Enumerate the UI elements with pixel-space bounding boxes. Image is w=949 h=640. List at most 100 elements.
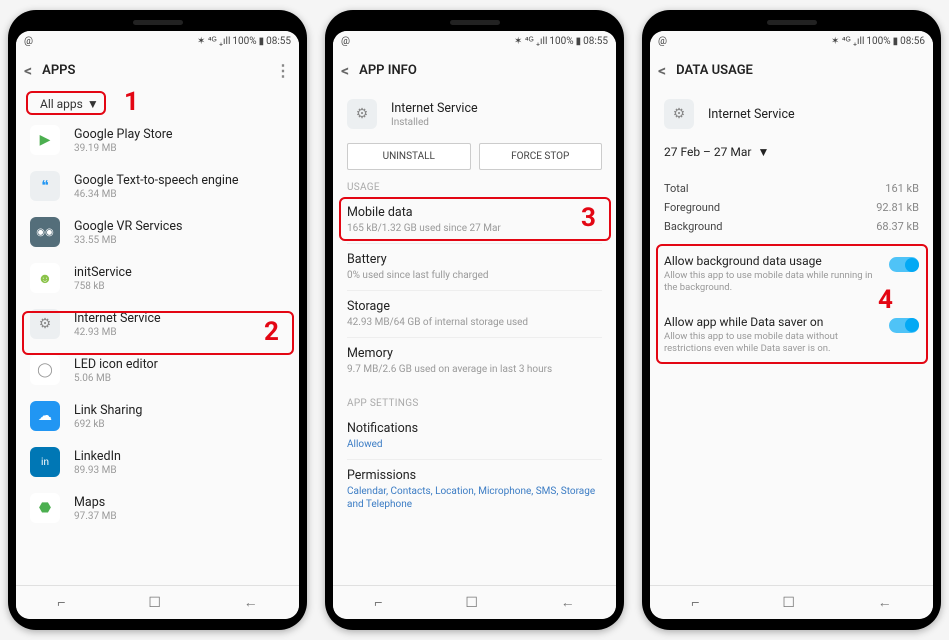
nav-recent-icon[interactable]: ⌐ — [691, 594, 699, 611]
memory-title: Memory — [347, 346, 602, 361]
row-battery[interactable]: Battery 0% used since last fully charged — [333, 244, 616, 290]
speaker — [450, 20, 500, 25]
app-size: 89.93 MB — [74, 465, 285, 476]
status-left-icon: @ — [658, 36, 667, 47]
back-icon[interactable]: < — [658, 61, 666, 80]
usage-value: 92.81 kB — [876, 201, 919, 214]
phone-3: @ ✶ ⁴ᴳ ₊ıll 100% ▮ 08:56 < DATA USAGE ⚙ … — [642, 10, 941, 630]
mobile-data-sub: 165 kB/1.32 GB used since 27 Mar — [347, 222, 602, 235]
screen-datausage: @ ✶ ⁴ᴳ ₊ıll 100% ▮ 08:56 < DATA USAGE ⚙ … — [650, 31, 933, 619]
uninstall-button[interactable]: UNINSTALL — [347, 143, 471, 170]
section-appsettings: APP SETTINGS — [333, 384, 616, 413]
app-icon: ⚙ — [30, 309, 60, 339]
app-row[interactable]: in LinkedIn 89.93 MB — [16, 439, 299, 485]
app-name: Internet Service — [391, 101, 602, 116]
date-range-dropdown[interactable]: 27 Feb – 27 Mar ▼ — [650, 135, 783, 169]
app-icon: ◉◉ — [30, 217, 60, 247]
app-row[interactable]: ☁ Link Sharing 692 kB — [16, 393, 299, 439]
toggle1-sub: Allow this app to use mobile data while … — [664, 270, 879, 295]
app-row[interactable]: ☻ initService 758 kB — [16, 255, 299, 301]
nav-back-icon[interactable]: ← — [878, 594, 892, 611]
battery-icon: ▮ — [893, 36, 899, 47]
app-name: initService — [74, 265, 285, 280]
status-left-icon: @ — [24, 36, 33, 47]
battery-text: 100% — [866, 36, 890, 47]
row-storage[interactable]: Storage 42.93 MB/64 GB of internal stora… — [333, 291, 616, 337]
back-icon[interactable]: < — [24, 61, 32, 80]
app-icon: ⬣ — [30, 493, 60, 523]
app-name: LED icon editor — [74, 357, 285, 372]
content: ⚙ Internet Service Installed UNINSTALL F… — [333, 89, 616, 585]
signal-icon: ✶ ⁴ᴳ ₊ıll — [197, 36, 230, 47]
app-row[interactable]: ❝ Google Text-to-speech engine 46.34 MB — [16, 163, 299, 209]
toggle2-title: Allow app while Data saver on — [664, 315, 879, 329]
forcestop-button[interactable]: FORCE STOP — [479, 143, 603, 170]
app-icon: ▶ — [30, 125, 60, 155]
nav-home-icon[interactable]: ☐ — [782, 595, 795, 611]
row-memory[interactable]: Memory 9.7 MB/2.6 GB used on average in … — [333, 338, 616, 384]
row-permissions[interactable]: Permissions Calendar, Contacts, Location… — [333, 460, 616, 519]
app-name: Internet Service — [708, 107, 919, 122]
nav-back-icon[interactable]: ← — [561, 594, 575, 611]
screen-apps: @ ✶ ⁴ᴳ ₊ıll 100% ▮ 08:55 < APPS ⋮ All ap… — [16, 31, 299, 619]
app-icon: ◯ — [30, 355, 60, 385]
nav-recent-icon[interactable]: ⌐ — [57, 594, 65, 611]
app-icon: ☻ — [30, 263, 60, 293]
app-row[interactable]: ◉◉ Google VR Services 33.55 MB — [16, 209, 299, 255]
title-bar: < APP INFO — [333, 51, 616, 89]
nav-bar: ⌐ ☐ ← — [333, 585, 616, 619]
nav-home-icon[interactable]: ☐ — [465, 595, 478, 611]
battery-text: 100% — [232, 36, 256, 47]
battery-text: 100% — [549, 36, 573, 47]
app-name: LinkedIn — [74, 449, 285, 464]
app-icon: ☁ — [30, 401, 60, 431]
app-row[interactable]: ◯ LED icon editor 5.06 MB — [16, 347, 299, 393]
memory-sub: 9.7 MB/2.6 GB used on average in last 3 … — [347, 363, 602, 376]
app-row[interactable]: ⬣ Maps 97.37 MB — [16, 485, 299, 531]
title-bar: < DATA USAGE — [650, 51, 933, 89]
content: All apps ▼ ▶ Google Play Store 39.19 MB … — [16, 89, 299, 585]
switch-on-icon[interactable] — [889, 318, 919, 333]
nav-back-icon[interactable]: ← — [244, 594, 258, 611]
app-size: 42.93 MB — [74, 327, 285, 338]
nav-bar: ⌐ ☐ ← — [16, 585, 299, 619]
page-title: APP INFO — [359, 63, 417, 78]
clock: 08:55 — [583, 36, 608, 47]
speaker — [767, 20, 817, 25]
permissions-sub: Calendar, Contacts, Location, Microphone… — [347, 485, 602, 511]
status-bar: @ ✶ ⁴ᴳ ₊ıll 100% ▮ 08:55 — [333, 31, 616, 51]
usage-label: Foreground — [664, 201, 720, 214]
toggle1-title: Allow background data usage — [664, 254, 879, 268]
app-size: 39.19 MB — [74, 143, 285, 154]
annotation-3: 3 — [581, 203, 596, 233]
annotation-4: 4 — [878, 285, 893, 315]
battery-icon: ▮ — [576, 36, 582, 47]
app-size: 692 kB — [74, 419, 285, 430]
nav-bar: ⌐ ☐ ← — [650, 585, 933, 619]
permissions-title: Permissions — [347, 468, 602, 483]
gear-icon: ⚙ — [347, 99, 377, 129]
phone-2: @ ✶ ⁴ᴳ ₊ıll 100% ▮ 08:55 < APP INFO ⚙ In… — [325, 10, 624, 630]
nav-recent-icon[interactable]: ⌐ — [374, 594, 382, 611]
usage-label: Background — [664, 220, 722, 233]
button-row: UNINSTALL FORCE STOP — [333, 135, 616, 174]
app-size: 758 kB — [74, 281, 285, 292]
app-row[interactable]: ⚙ Internet Service 42.93 MB — [16, 301, 299, 347]
usage-row: Total161 kB — [650, 179, 933, 198]
battery-title: Battery — [347, 252, 602, 267]
app-name: Maps — [74, 495, 285, 510]
row-mobile-data[interactable]: Mobile data 165 kB/1.32 GB used since 27… — [333, 197, 616, 243]
switch-on-icon[interactable] — [889, 257, 919, 272]
back-icon[interactable]: < — [341, 61, 349, 80]
app-row[interactable]: ▶ Google Play Store 39.19 MB — [16, 117, 299, 163]
status-left-icon: @ — [341, 36, 350, 47]
app-size: 46.34 MB — [74, 189, 285, 200]
phone-1: @ ✶ ⁴ᴳ ₊ıll 100% ▮ 08:55 < APPS ⋮ All ap… — [8, 10, 307, 630]
row-notifications[interactable]: Notifications Allowed — [333, 413, 616, 459]
nav-home-icon[interactable]: ☐ — [148, 595, 161, 611]
more-icon[interactable]: ⋮ — [275, 61, 291, 80]
clock: 08:55 — [266, 36, 291, 47]
filter-all-apps[interactable]: All apps ▼ — [30, 93, 109, 115]
annotation-1: 1 — [124, 89, 139, 117]
mobile-data-title: Mobile data — [347, 205, 602, 220]
